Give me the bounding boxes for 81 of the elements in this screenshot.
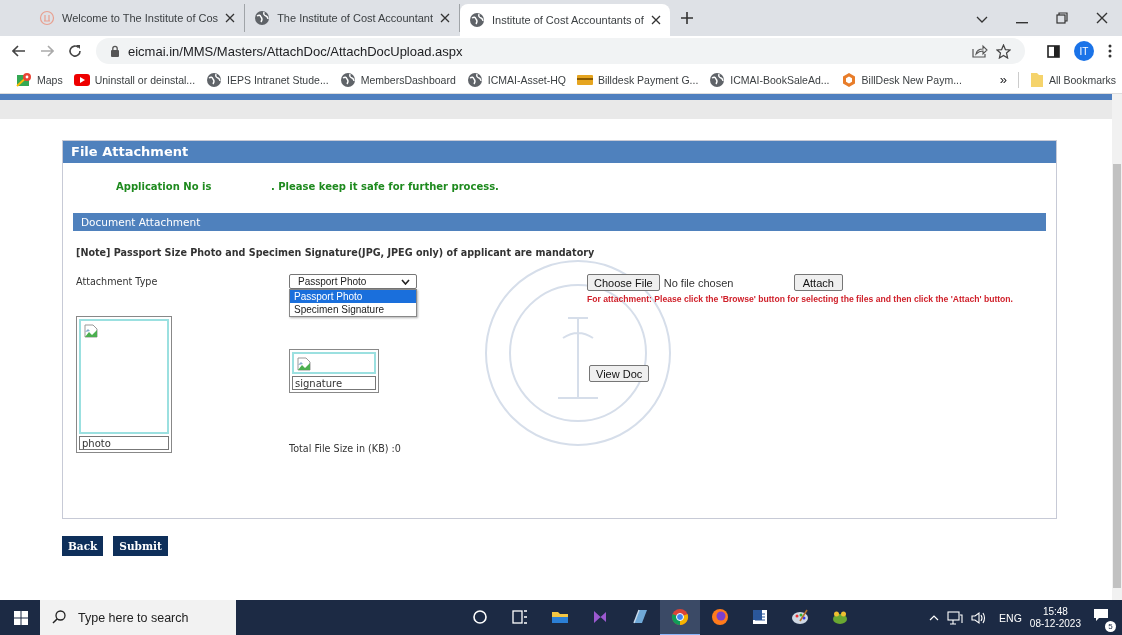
form-button[interactable]: Submit bbox=[113, 536, 168, 556]
field-label: Attachment Type bbox=[76, 276, 158, 287]
browser-tab[interactable]: Welcome to The Institute of Cos bbox=[30, 4, 246, 32]
restore-icon[interactable] bbox=[1056, 12, 1068, 24]
globe-icon bbox=[466, 71, 483, 88]
instruction-text: For attachment: Please click the 'Browse' button for selecting the files and then click the 'Attach' button. bbox=[587, 294, 1014, 304]
caption-field[interactable]: signature bbox=[292, 376, 376, 390]
bookmark[interactable]: BillDesk New Paym... bbox=[840, 71, 962, 88]
broken-image-icon bbox=[297, 357, 311, 371]
globe-icon bbox=[469, 12, 486, 28]
bookmark[interactable]: IEPS Intranet Stude... bbox=[206, 71, 329, 88]
globe-icon bbox=[709, 71, 726, 88]
tab-title: The Institute of Cost Accountant bbox=[277, 12, 434, 24]
close-icon[interactable] bbox=[440, 13, 451, 23]
browser-tab[interactable]: The Institute of Cost Accountant bbox=[245, 4, 461, 32]
map-pin-icon bbox=[16, 71, 32, 88]
clock[interactable]: 15:48 08-12-2023 bbox=[1029, 605, 1081, 630]
new-tab-icon[interactable] bbox=[679, 11, 694, 25]
profile-avatar[interactable]: IT bbox=[1074, 41, 1094, 61]
tab-title: Institute of Cost Accountants of bbox=[492, 14, 644, 26]
note-text: [Note] Passport Size Photo and Specimen Signature(JPG, JPEG only) of applicant are mandatory bbox=[76, 247, 596, 258]
message-icon bbox=[1093, 607, 1109, 622]
chevron-down-icon[interactable] bbox=[976, 16, 988, 24]
choose-file-button[interactable]: Choose File bbox=[587, 274, 660, 291]
dropdown-option[interactable]: Specimen Signature bbox=[290, 303, 416, 316]
share-icon[interactable] bbox=[972, 44, 988, 58]
hexagon-icon bbox=[840, 71, 857, 88]
message-text: . Please keep it safe for further process. bbox=[271, 181, 499, 194]
more-bookmarks-button[interactable]: » bbox=[999, 72, 1007, 87]
dropdown-option[interactable]: Passport Photo bbox=[290, 290, 416, 303]
more-menu-icon[interactable] bbox=[1108, 44, 1112, 58]
bookmark[interactable]: ICMAI-BookSaleAd... bbox=[709, 71, 830, 88]
star-icon[interactable] bbox=[996, 43, 1011, 59]
browser-icon[interactable] bbox=[660, 599, 700, 635]
attachment-type-dropdown[interactable]: Passport Photo bbox=[289, 274, 417, 289]
total-size-text: Total File Size in (KB) :0 bbox=[289, 443, 401, 454]
bookmark[interactable]: ICMAI-Asset-HQ bbox=[466, 71, 566, 88]
lock-icon bbox=[110, 45, 120, 57]
side-panel-icon[interactable] bbox=[1047, 44, 1060, 58]
chevron-up-icon[interactable] bbox=[929, 614, 940, 621]
network-icon[interactable] bbox=[947, 610, 964, 625]
file-status-text: No file chosen bbox=[663, 276, 735, 289]
caret-icon bbox=[401, 278, 410, 285]
address-bar[interactable]: eicmai.in/MMS/Masters/AttachDoc/AttachDocUpload.aspx bbox=[96, 38, 1025, 64]
reload-icon[interactable] bbox=[68, 44, 82, 58]
message-text: Application No is bbox=[116, 181, 213, 194]
tab-title: Welcome to The Institute of Cos bbox=[62, 12, 219, 24]
folder-icon bbox=[1029, 71, 1044, 88]
minimize-icon[interactable] bbox=[1016, 22, 1028, 24]
url-text: eicmai.in/MMS/Masters/AttachDoc/AttachDocUpload.aspx bbox=[128, 43, 463, 59]
scrollbar[interactable] bbox=[1112, 94, 1122, 600]
close-icon[interactable] bbox=[650, 15, 661, 25]
panel-title: File Attachment bbox=[63, 141, 1056, 163]
all-bookmarks-button[interactable]: All Bookmarks bbox=[1029, 71, 1116, 88]
logo-icon bbox=[39, 10, 55, 26]
bookmark[interactable]: Uninstall or deinstal... bbox=[73, 73, 196, 86]
attach-button[interactable]: Attach bbox=[793, 274, 843, 291]
play-icon bbox=[73, 73, 90, 86]
notifications-button[interactable]: 5 bbox=[1091, 603, 1116, 632]
search-icon bbox=[52, 610, 66, 624]
card-icon bbox=[576, 73, 593, 86]
speaker-icon[interactable] bbox=[971, 610, 988, 625]
bookmark[interactable]: MembersDashboard bbox=[339, 71, 456, 88]
language-indicator[interactable]: ENG bbox=[999, 611, 1022, 624]
windows-start-icon[interactable] bbox=[14, 610, 28, 625]
view-doc-button[interactable]: View Doc bbox=[589, 365, 650, 382]
notification-count: 5 bbox=[1105, 620, 1116, 632]
taskbar-search-field[interactable]: Type here to search bbox=[40, 600, 236, 635]
caption-field[interactable]: photo bbox=[79, 436, 169, 450]
back-arrow-icon[interactable] bbox=[12, 45, 26, 57]
form-button[interactable]: Back bbox=[62, 536, 104, 556]
globe-icon bbox=[339, 71, 356, 88]
broken-image-icon bbox=[84, 324, 98, 338]
globe-icon bbox=[254, 10, 271, 26]
close-icon[interactable] bbox=[1096, 12, 1108, 24]
close-icon[interactable] bbox=[225, 13, 236, 23]
globe-icon bbox=[206, 71, 223, 88]
bookmark[interactable]: Billdesk Payment G... bbox=[576, 73, 699, 86]
section-header: Document Attachment bbox=[73, 213, 1046, 231]
browser-tab[interactable]: Institute of Cost Accountants of bbox=[460, 4, 670, 36]
bookmark[interactable]: Maps bbox=[16, 71, 63, 88]
